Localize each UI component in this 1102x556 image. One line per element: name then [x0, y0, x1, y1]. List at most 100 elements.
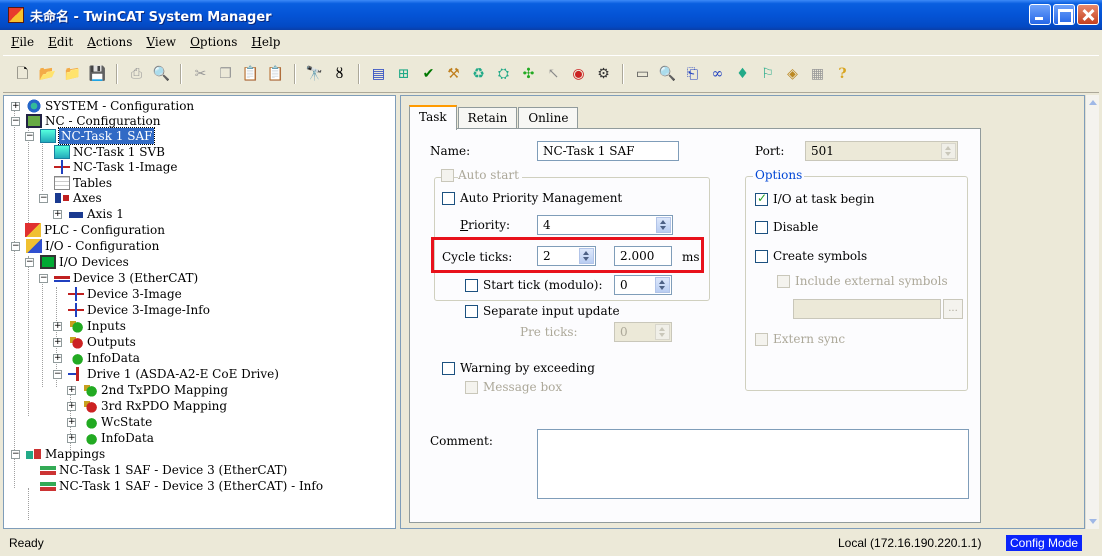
- activate-config-icon[interactable]: ✔: [419, 65, 438, 84]
- collapse-icon[interactable]: −: [25, 258, 34, 267]
- find-icon[interactable]: 🔭: [305, 65, 324, 84]
- start-tick-spinner[interactable]: [655, 277, 670, 293]
- tree-node-axis1[interactable]: + Axis 1: [53, 206, 124, 222]
- goggles-icon[interactable]: 🔍: [658, 65, 677, 84]
- menu-file[interactable]: File: [11, 35, 34, 49]
- collapse-icon[interactable]: −: [11, 242, 20, 251]
- target-icon[interactable]: ↖: [544, 65, 563, 84]
- pre-ticks-spinner[interactable]: [655, 324, 670, 340]
- marker-icon[interactable]: ⎗: [683, 65, 702, 84]
- message-box-checkbox[interactable]: [465, 381, 478, 394]
- expand-icon[interactable]: +: [53, 322, 62, 331]
- collapse-icon[interactable]: −: [53, 370, 62, 379]
- tree-node-nc-task-image[interactable]: NC-Task 1-Image: [54, 159, 178, 175]
- io-at-begin-checkbox[interactable]: [755, 191, 768, 206]
- new-icon[interactable]: 🗋: [13, 65, 32, 84]
- tree-node-mapping1[interactable]: NC-Task 1 SAF - Device 3 (EtherCAT): [40, 462, 287, 478]
- menu-edit[interactable]: Edit: [48, 35, 73, 49]
- expand-icon[interactable]: +: [53, 210, 62, 219]
- help-2-icon[interactable]: ♦: [733, 65, 752, 84]
- marker-2-icon[interactable]: ⚐: [758, 65, 777, 84]
- port-field[interactable]: 501: [805, 141, 958, 161]
- priority-spinner[interactable]: [656, 217, 671, 233]
- expand-icon[interactable]: +: [11, 102, 20, 111]
- expand-icon[interactable]: +: [67, 434, 76, 443]
- browse-button[interactable]: ...: [943, 299, 963, 319]
- expand-icon[interactable]: +: [67, 418, 76, 427]
- open-folder-icon[interactable]: 📁: [63, 65, 82, 84]
- tree-node-mapping2[interactable]: NC-Task 1 SAF - Device 3 (EtherCAT) - In…: [40, 478, 323, 494]
- login-icon[interactable]: ⛭: [494, 65, 513, 84]
- maximize-button[interactable]: [1053, 4, 1075, 25]
- scan-devices-icon[interactable]: ✣: [519, 65, 538, 84]
- vertical-scrollbar[interactable]: [1085, 95, 1099, 529]
- check-config-icon[interactable]: ⊞: [394, 65, 413, 84]
- collapse-icon[interactable]: −: [39, 194, 48, 203]
- menu-actions[interactable]: Actions: [87, 35, 132, 49]
- collapse-icon[interactable]: −: [25, 132, 34, 141]
- generate-mappings-icon[interactable]: ▤: [369, 65, 388, 84]
- tab-task[interactable]: Task: [409, 105, 457, 130]
- collapse-icon[interactable]: −: [39, 274, 48, 283]
- expand-icon[interactable]: +: [67, 402, 76, 411]
- expand-icon[interactable]: +: [67, 386, 76, 395]
- help-icon[interactable]: ?: [833, 65, 852, 84]
- zoom-icon[interactable]: ⚙: [594, 65, 613, 84]
- tree-node-io-devices[interactable]: − I/O Devices: [25, 254, 129, 270]
- tree-node-device3-image[interactable]: Device 3-Image: [68, 286, 182, 302]
- create-symbols-checkbox[interactable]: [755, 250, 768, 263]
- auto-priority-checkbox[interactable]: [442, 192, 455, 205]
- print-icon[interactable]: ⎙: [127, 65, 146, 84]
- tree-node-axes[interactable]: − Axes: [39, 190, 102, 206]
- tree-node-plc[interactable]: PLC - Configuration: [25, 222, 165, 238]
- collapse-icon[interactable]: −: [11, 117, 20, 126]
- start-tick-field[interactable]: 0: [614, 275, 672, 295]
- separate-input-checkbox[interactable]: [465, 305, 478, 318]
- start-tick-checkbox[interactable]: [465, 279, 478, 292]
- tree-node-drive-infodata[interactable]: + InfoData: [67, 430, 154, 446]
- comment-textarea[interactable]: [537, 429, 969, 499]
- close-button[interactable]: [1077, 4, 1099, 25]
- tab-online[interactable]: Online: [518, 107, 579, 129]
- tree-node-nc-task[interactable]: − NC-Task 1 SAF: [25, 127, 156, 145]
- tree-node-nc-task-svb[interactable]: NC-Task 1 SVB: [54, 144, 165, 160]
- port-spinner[interactable]: [941, 143, 956, 159]
- toggle-free-run-icon[interactable]: ◉: [569, 65, 588, 84]
- find-next-icon[interactable]: ȣ: [330, 65, 349, 84]
- external-symbols-field[interactable]: [793, 299, 941, 319]
- set-run-mode-icon[interactable]: ⚒: [444, 65, 463, 84]
- menu-options[interactable]: Options: [190, 35, 237, 49]
- print-preview-icon[interactable]: 🔍: [152, 65, 171, 84]
- auto-start-checkbox[interactable]: [441, 169, 454, 182]
- tree-node-mappings[interactable]: − Mappings: [11, 446, 105, 462]
- tree-node-io[interactable]: − I/O - Configuration: [11, 238, 159, 254]
- cut-icon[interactable]: ✂: [191, 65, 210, 84]
- tree-node-inputs[interactable]: + Inputs: [53, 318, 126, 334]
- info-icon[interactable]: ▦: [808, 65, 827, 84]
- online-icon[interactable]: ∞: [708, 65, 727, 84]
- tree-view[interactable]: + SYSTEM - Configuration − NC - Configur…: [3, 95, 396, 529]
- expand-icon[interactable]: +: [53, 354, 62, 363]
- tab-retain[interactable]: Retain: [457, 107, 518, 129]
- about-icon[interactable]: ◈: [783, 65, 802, 84]
- warning-checkbox[interactable]: [442, 362, 455, 375]
- disable-checkbox[interactable]: [755, 221, 768, 234]
- app-icon[interactable]: [8, 7, 24, 23]
- tree-node-device3[interactable]: − Device 3 (EtherCAT): [39, 270, 198, 286]
- tree-node-txpdo[interactable]: + 2nd TxPDO Mapping: [67, 382, 228, 398]
- tree-node-outputs[interactable]: + Outputs: [53, 334, 136, 350]
- restart-icon[interactable]: ♻: [469, 65, 488, 84]
- network-icon[interactable]: ▭: [633, 65, 652, 84]
- tree-node-drive1[interactable]: − Drive 1 (ASDA-A2-E CoE Drive): [53, 366, 279, 382]
- name-field[interactable]: NC-Task 1 SAF: [537, 141, 679, 161]
- menu-help[interactable]: Help: [251, 35, 280, 49]
- tree-node-system[interactable]: + SYSTEM - Configuration: [11, 98, 194, 114]
- include-external-checkbox[interactable]: [777, 275, 790, 288]
- extern-sync-checkbox[interactable]: [755, 333, 768, 346]
- collapse-icon[interactable]: −: [11, 450, 20, 459]
- priority-field[interactable]: 4: [537, 215, 673, 235]
- copy-icon[interactable]: ❐: [216, 65, 235, 84]
- tree-node-nc[interactable]: − NC - Configuration: [11, 113, 160, 129]
- minimize-button[interactable]: [1029, 4, 1051, 25]
- save-icon[interactable]: 💾: [88, 65, 107, 84]
